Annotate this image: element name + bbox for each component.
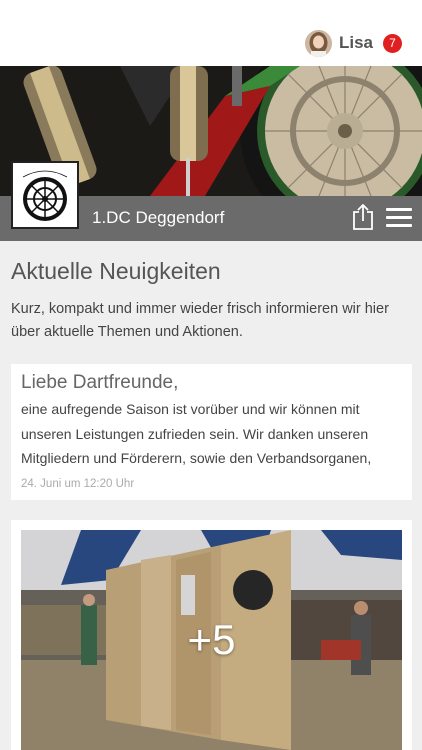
notification-badge[interactable]: 7 (383, 33, 402, 53)
top-bar: Lisa 7 (0, 0, 422, 66)
page-title: Aktuelle Neuigkeiten (11, 258, 221, 284)
post-excerpt: eine aufregende Saison ist vorüber und w… (21, 401, 372, 466)
news-post-card[interactable]: Liebe Dartfreunde, eine aufregende Saiso… (11, 364, 412, 500)
more-photos-count[interactable]: +5 (21, 616, 402, 664)
user-menu[interactable]: Lisa 7 (304, 28, 402, 58)
share-button[interactable] (352, 203, 374, 230)
share-icon (353, 203, 373, 230)
post-date: 24. Juni um 12:20 Uhr (21, 478, 135, 490)
page-intro: Kurz, kompakt und immer wieder frisch in… (11, 301, 389, 340)
club-name: 1.DC Deggendorf (92, 208, 225, 227)
user-name[interactable]: Lisa (339, 33, 373, 53)
avatar[interactable] (304, 29, 332, 57)
menu-icon-bar (386, 208, 412, 211)
post-title[interactable]: Liebe Dartfreunde, (21, 372, 402, 394)
menu-icon-bar (386, 224, 412, 227)
dartboard-logo (13, 163, 77, 227)
club-logo (11, 161, 79, 229)
menu-icon-bar (386, 216, 412, 219)
gallery-photo[interactable]: +5 (21, 530, 402, 750)
menu-button[interactable] (386, 208, 412, 228)
gallery-card[interactable]: +5 (11, 520, 412, 750)
